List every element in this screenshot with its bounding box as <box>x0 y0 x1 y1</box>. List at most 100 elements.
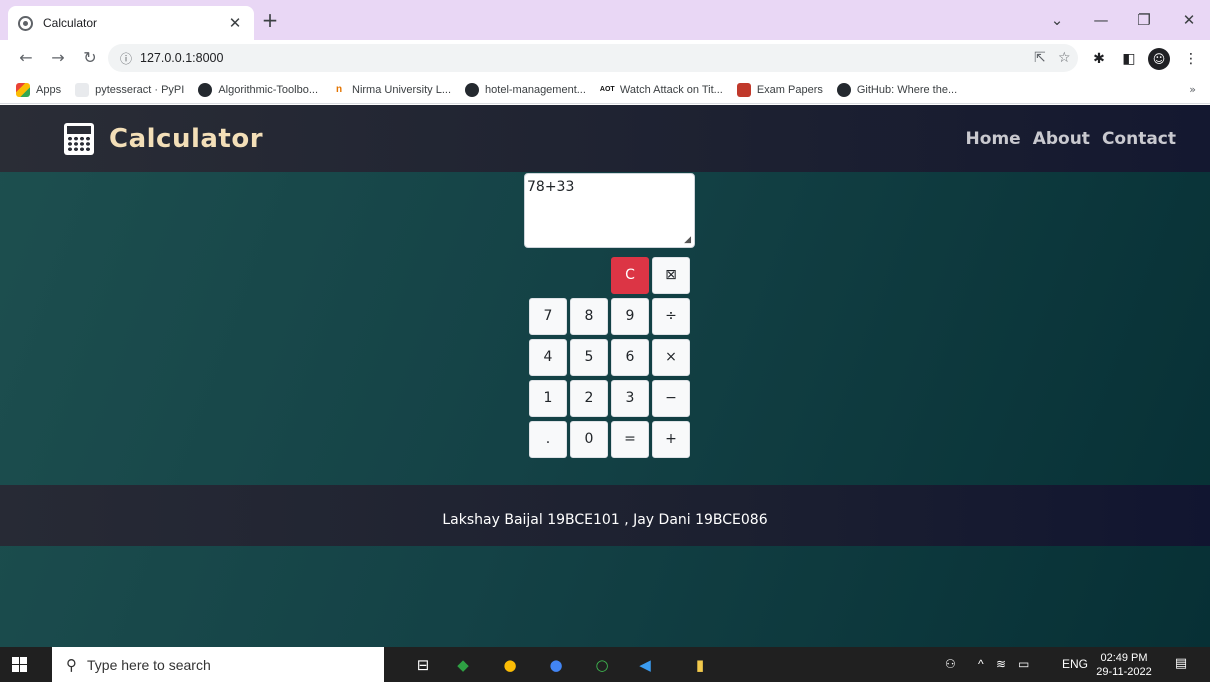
key-3[interactable]: 3 <box>611 380 649 417</box>
brand-name: Calculator <box>109 124 264 154</box>
windows-start-icon[interactable] <box>12 657 27 672</box>
bookmark-pytesseract[interactable]: pytesseract · PyPI <box>75 82 185 97</box>
bookmark-label: hotel-management... <box>485 83 586 96</box>
minimize-button[interactable]: — <box>1084 8 1118 32</box>
language-indicator[interactable]: ENG <box>1062 657 1088 671</box>
key-8[interactable]: 8 <box>570 298 608 335</box>
key-5[interactable]: 5 <box>570 339 608 376</box>
bookmarks-bar: Apps pytesseract · PyPI Algorithmic-Tool… <box>0 76 1210 104</box>
bookmark-label: Exam Papers <box>756 83 823 96</box>
search-placeholder: Type here to search <box>87 656 211 673</box>
key-9[interactable]: 9 <box>611 298 649 335</box>
bookmark-label: Watch Attack on Tit... <box>619 83 723 96</box>
calculator-display[interactable]: 78+33 ◢ <box>524 173 695 248</box>
key-7[interactable]: 7 <box>529 298 567 335</box>
system-clock[interactable]: 02:49 PM 29-11-2022 <box>1094 651 1154 679</box>
brand[interactable]: Calculator <box>64 123 263 155</box>
display-value: 78+33 <box>527 179 575 195</box>
battery-icon[interactable]: ▭ <box>1018 657 1029 671</box>
address-bar[interactable]: ⓘ 127.0.0.1:8000 <box>108 44 1078 72</box>
key-1[interactable]: 1 <box>529 380 567 417</box>
bookmark-label: Algorithmic-Toolbo... <box>218 83 318 96</box>
tab-title: Calculator <box>43 16 98 30</box>
nav-links: Home About Contact <box>954 129 1176 149</box>
page-content: Calculator Home About Contact 78+33 ◢ C … <box>0 105 1210 647</box>
profile-avatar[interactable]: ☺ <box>1148 48 1170 70</box>
key-equals[interactable]: = <box>611 421 649 458</box>
bookmark-label: pytesseract · PyPI <box>95 83 185 96</box>
reload-icon[interactable]: ↻ <box>78 46 102 70</box>
github-icon <box>465 82 480 97</box>
chrome-profile-icon[interactable]: ● <box>544 653 568 677</box>
app-icon[interactable]: ◆ <box>451 653 475 677</box>
bookmark-label: GitHub: Where the... <box>856 83 958 96</box>
bookmark-algorithmic-toolbox[interactable]: Algorithmic-Toolbo... <box>198 82 318 97</box>
chrome-icon[interactable]: ● <box>498 653 522 677</box>
task-view-icon[interactable]: ⊟ <box>411 653 435 677</box>
github-icon <box>198 82 213 97</box>
new-tab-button[interactable]: + <box>259 9 281 31</box>
key-multiply[interactable]: × <box>652 339 690 376</box>
back-icon[interactable]: ← <box>14 46 38 70</box>
key-divide[interactable]: ÷ <box>652 298 690 335</box>
more-bookmarks-icon[interactable]: » <box>1189 83 1196 96</box>
browser-toolbar: ← → ↻ ⓘ 127.0.0.1:8000 ⇱ ☆ ✱ ◧ ☺ ⋮ <box>0 40 1210 76</box>
close-window-button[interactable]: ✕ <box>1172 8 1206 32</box>
clock-date: 29-11-2022 <box>1096 666 1152 678</box>
vscode-icon[interactable]: ◀ <box>633 653 657 677</box>
side-panel-icon[interactable]: ◧ <box>1118 48 1140 70</box>
clock-time: 02:49 PM <box>1100 652 1148 664</box>
bookmark-star-icon[interactable]: ☆ <box>1058 50 1071 66</box>
key-0[interactable]: 0 <box>570 421 608 458</box>
bookmark-hotel-management[interactable]: hotel-management... <box>465 82 586 97</box>
page-icon <box>75 82 90 97</box>
key-2[interactable]: 2 <box>570 380 608 417</box>
apps-grid-icon <box>16 82 30 97</box>
menu-icon[interactable]: ⋮ <box>1180 48 1202 70</box>
resize-grip-icon[interactable]: ◢ <box>684 235 691 245</box>
key-4[interactable]: 4 <box>529 339 567 376</box>
backspace-button[interactable]: ⊠ <box>652 257 690 294</box>
file-explorer-icon[interactable]: ▮ <box>688 653 712 677</box>
url-text: 127.0.0.1:8000 <box>140 51 224 65</box>
bookmark-apps[interactable]: Apps <box>16 82 62 97</box>
calculator-icon <box>64 123 94 155</box>
info-icon[interactable]: ⓘ <box>120 50 132 67</box>
github-icon <box>836 82 851 97</box>
nav-about[interactable]: About <box>1033 129 1090 149</box>
nirma-icon: n <box>335 83 343 95</box>
extensions-icon[interactable]: ✱ <box>1088 48 1110 70</box>
clear-button[interactable]: C <box>611 257 649 294</box>
share-icon[interactable]: ⇱ <box>1034 50 1046 66</box>
notification-icon[interactable]: ▤ <box>1172 656 1190 674</box>
tab-strip: Calculator ✕ + ⌄ — ❐ ✕ <box>0 0 1210 40</box>
nav-contact[interactable]: Contact <box>1102 129 1176 149</box>
globe-icon <box>18 15 33 31</box>
bookmark-nirma-university[interactable]: n Nirma University L... <box>332 83 451 97</box>
taskbar: ⚲ Type here to search ⊟ ◆ ● ● ○ ◀ ▮ ⚇ ^ … <box>0 647 1210 682</box>
bookmark-label: Apps <box>36 83 62 96</box>
show-hidden-icons-icon[interactable]: ^ <box>978 657 984 671</box>
key-decimal[interactable]: . <box>529 421 567 458</box>
app-footer: Lakshay Baijal 19BCE101 , Jay Dani 19BCE… <box>0 485 1210 546</box>
shield-icon <box>736 82 751 97</box>
bookmark-exam-papers[interactable]: Exam Papers <box>736 82 823 97</box>
browser-tab[interactable]: Calculator ✕ <box>8 6 254 40</box>
forward-icon[interactable]: → <box>46 46 70 70</box>
key-add[interactable]: + <box>652 421 690 458</box>
anaconda-icon[interactable]: ○ <box>590 653 614 677</box>
bookmark-attack-on-titan[interactable]: AOT Watch Attack on Tit... <box>600 83 723 97</box>
bookmark-label: Nirma University L... <box>352 83 452 96</box>
maximize-button[interactable]: ❐ <box>1127 8 1161 32</box>
people-icon[interactable]: ⚇ <box>945 657 956 671</box>
aot-icon: AOT <box>599 85 615 93</box>
tab-search-icon[interactable]: ⌄ <box>1040 8 1074 32</box>
key-subtract[interactable]: − <box>652 380 690 417</box>
footer-credits: Lakshay Baijal 19BCE101 , Jay Dani 19BCE… <box>442 512 768 528</box>
taskbar-search[interactable]: ⚲ Type here to search <box>52 647 384 682</box>
bookmark-github[interactable]: GitHub: Where the... <box>836 82 958 97</box>
nav-home[interactable]: Home <box>966 129 1021 149</box>
close-tab-icon[interactable]: ✕ <box>226 14 244 32</box>
wifi-icon[interactable]: ≋ <box>996 657 1006 671</box>
key-6[interactable]: 6 <box>611 339 649 376</box>
